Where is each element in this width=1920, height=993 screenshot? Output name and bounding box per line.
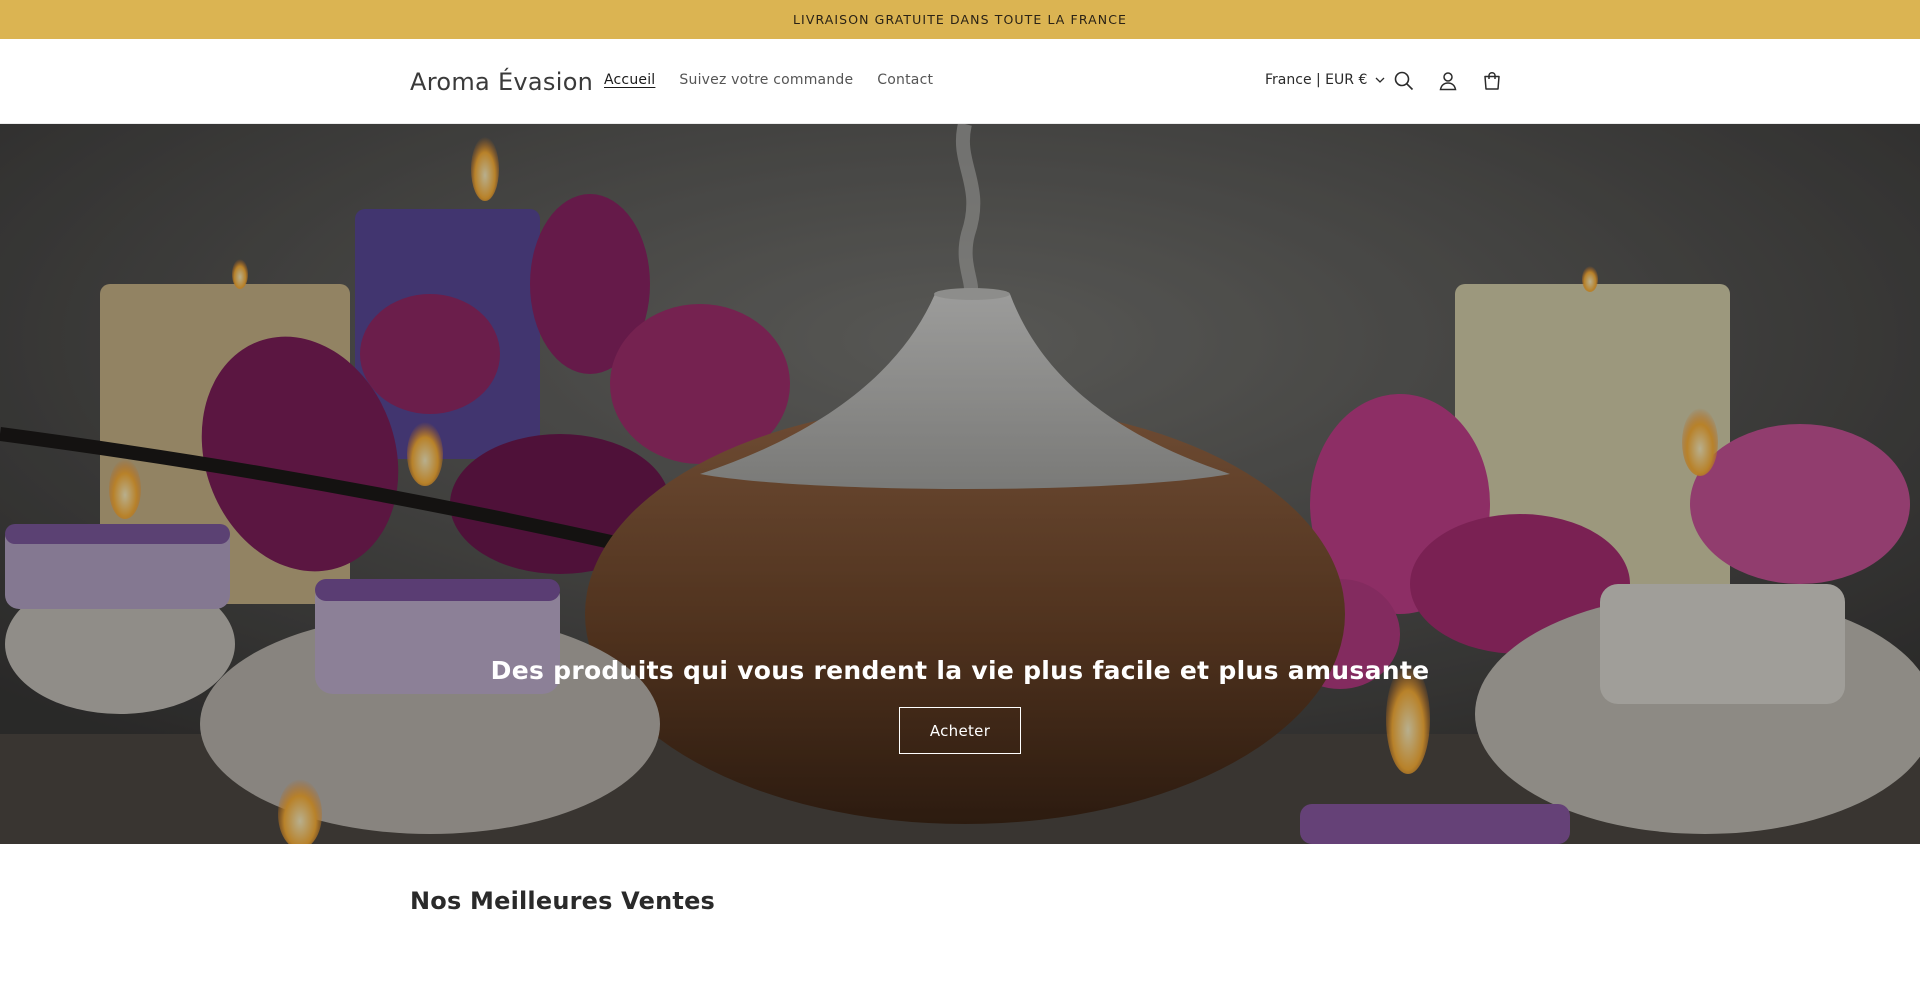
- shop-button[interactable]: Acheter: [899, 707, 1021, 754]
- search-button[interactable]: [1390, 67, 1418, 95]
- nav-item-suivez-votre-commande[interactable]: Suivez votre commande: [679, 72, 853, 88]
- account-button[interactable]: [1434, 67, 1462, 95]
- country-currency-selector[interactable]: France | EUR €: [1265, 72, 1385, 88]
- hero-banner: Des produits qui vous rendent la vie plu…: [0, 124, 1920, 844]
- nav-item-contact[interactable]: Contact: [877, 72, 933, 88]
- announcement-bar: LIVRAISON GRATUITE DANS TOUTE LA FRANCE: [0, 0, 1920, 39]
- best-sellers-title: Nos Meilleures Ventes: [410, 887, 716, 915]
- announcement-text: LIVRAISON GRATUITE DANS TOUTE LA FRANCE: [792, 12, 1128, 27]
- cart-icon: [1484, 72, 1500, 90]
- site-header: Aroma Évasion Accueil Suivez votre comma…: [0, 39, 1920, 124]
- nav-item-accueil[interactable]: Accueil: [604, 72, 655, 88]
- country-currency-label: France | EUR €: [1265, 72, 1368, 88]
- cart-button[interactable]: [1478, 67, 1506, 95]
- chevron-down-icon: [1375, 77, 1385, 83]
- search-icon: [1394, 71, 1414, 91]
- store-logo[interactable]: Aroma Évasion: [410, 68, 593, 96]
- account-icon: [1439, 72, 1457, 91]
- hero-heading: Des produits qui vous rendent la vie plu…: [490, 656, 1430, 685]
- main-nav: Accueil Suivez votre commande Contact: [604, 72, 957, 88]
